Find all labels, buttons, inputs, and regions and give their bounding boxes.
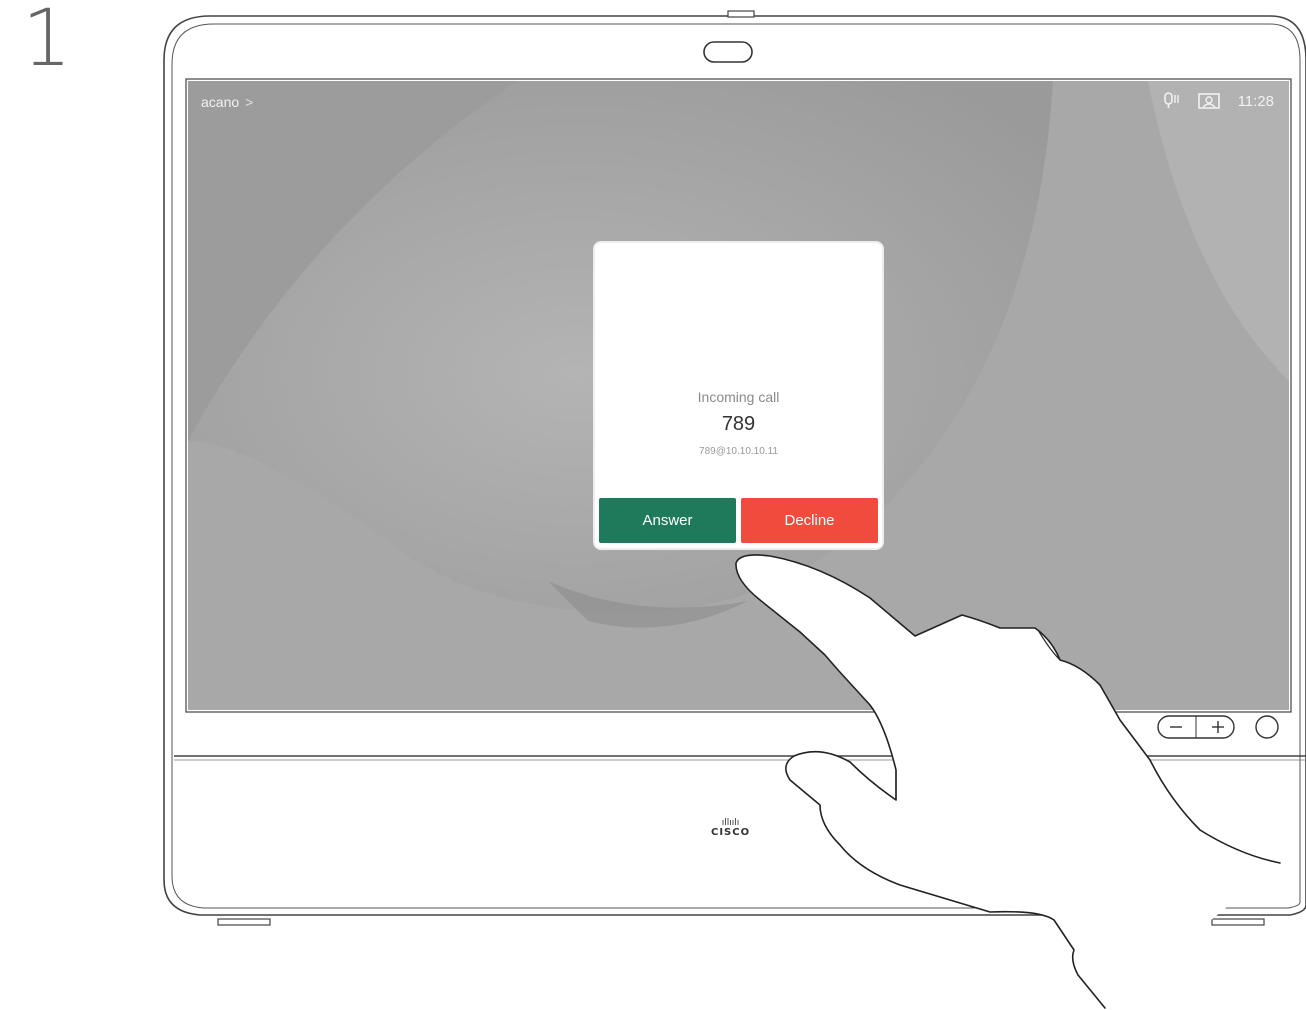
pointing-hand-illustration (735, 554, 1281, 1009)
